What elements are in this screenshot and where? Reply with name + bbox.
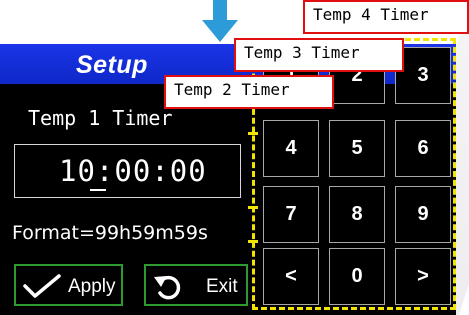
undo-icon	[154, 275, 181, 300]
outline-tick	[248, 240, 258, 243]
page-title: Setup	[76, 51, 148, 79]
callout-temp3-timer: Temp 3 Timer	[234, 38, 404, 72]
key-8[interactable]: 8	[329, 186, 385, 243]
format-hint: Format=99h59m59s	[12, 222, 208, 244]
callout-temp2-timer: Temp 2 Timer	[164, 75, 334, 109]
key-7[interactable]: 7	[263, 186, 319, 243]
time-input-field[interactable]: 10:00:00	[14, 144, 241, 198]
key-backspace[interactable]: <	[263, 248, 319, 305]
key-5[interactable]: 5	[329, 120, 385, 177]
key-forward[interactable]: >	[395, 248, 451, 305]
key-6[interactable]: 6	[395, 120, 451, 177]
key-9[interactable]: 9	[395, 186, 451, 243]
input-cursor	[90, 189, 106, 191]
timer-title: Temp 1 Timer	[28, 106, 173, 130]
outline-tick	[248, 132, 258, 135]
time-value: 10:00:00	[59, 154, 207, 188]
key-0[interactable]: 0	[329, 248, 385, 305]
outline-tick	[248, 206, 258, 209]
check-icon	[23, 274, 61, 298]
apply-label: Apply	[68, 276, 116, 297]
key-4[interactable]: 4	[263, 120, 319, 177]
exit-button[interactable]: Exit	[144, 264, 248, 306]
exit-label: Exit	[206, 276, 238, 297]
callout-temp4-timer: Temp 4 Timer	[303, 0, 469, 34]
apply-button[interactable]: Apply	[14, 264, 123, 306]
